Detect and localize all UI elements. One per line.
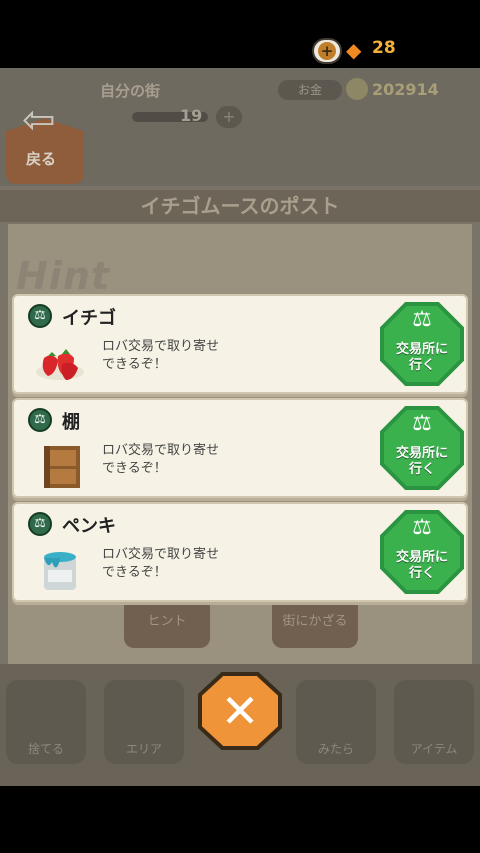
money-label: お金 — [278, 80, 342, 100]
gem-icon: ◆ — [346, 38, 362, 62]
scale-icon: ⚖ — [28, 304, 52, 328]
nav-area: エリア — [104, 680, 184, 764]
nav-discard: 捨てる — [6, 680, 86, 764]
hint-title: 棚 — [62, 412, 80, 433]
go-to-trade-button[interactable]: ⚖ 交易所に 行く — [380, 406, 464, 490]
go-to-trade-button[interactable]: ⚖ 交易所に 行く — [380, 510, 464, 594]
close-button[interactable]: ✕ — [198, 672, 282, 750]
hint-tab-button: ヒント — [124, 596, 210, 648]
paint-can-icon — [44, 552, 76, 590]
scale-icon: ⚖ — [28, 512, 52, 536]
gem-count: 28 — [372, 38, 396, 58]
hint-card-shelf: ⚖ 棚 ロバ交易で取り寄せ できるぞ！ ⚖ 交易所に 行く — [12, 398, 468, 498]
top-black-bar — [0, 0, 480, 68]
scale-icon: ⚖ — [412, 515, 432, 540]
hud: ⇦ 戻る 自分の街 19 + お金 202914 — [0, 68, 480, 186]
close-icon: ✕ — [220, 684, 260, 738]
back-label: 戻る — [26, 150, 57, 168]
nav-look: みたら — [296, 680, 376, 764]
town-name: 自分の街 — [100, 82, 161, 100]
scale-icon: ⚖ — [28, 408, 52, 432]
go-to-trade-button[interactable]: ⚖ 交易所に 行く — [380, 302, 464, 386]
hint-description: ロバ交易で取り寄せ できるぞ！ — [102, 547, 220, 580]
coin-icon — [346, 78, 368, 100]
back-arrow-icon: ⇦ — [22, 97, 56, 143]
scale-icon: ⚖ — [412, 307, 432, 332]
hint-description: ロバ交易で取り寄せ できるぞ！ — [102, 443, 220, 476]
hint-card-paint: ⚖ ペンキ ロバ交易で取り寄せ できるぞ！ ⚖ 交易所に 行く — [12, 502, 468, 602]
money-value: 202914 — [372, 80, 439, 99]
post-title: イチゴムースのポスト — [0, 190, 480, 222]
nav-items: アイテム — [394, 680, 474, 764]
hint-card-strawberry: ⚖ イチゴ ロバ交易で取り寄せ できるぞ！ ⚖ 交易所に 行く — [12, 294, 468, 394]
strawberry-icon — [36, 349, 84, 380]
level-number: 19 — [180, 106, 203, 125]
gem-add-button[interactable]: + — [312, 38, 342, 64]
shelf-icon — [44, 446, 80, 488]
hint-title: ペンキ — [62, 516, 116, 537]
decorate-tab-button: 街にかざる — [272, 596, 358, 648]
level-plus-button[interactable]: + — [216, 106, 242, 128]
hint-description: ロバ交易で取り寄せ できるぞ！ — [102, 339, 220, 372]
hint-banner: Hint — [16, 254, 111, 298]
hint-title: イチゴ — [62, 308, 116, 329]
bottom-black-bar — [0, 786, 480, 853]
scale-icon: ⚖ — [412, 411, 432, 436]
